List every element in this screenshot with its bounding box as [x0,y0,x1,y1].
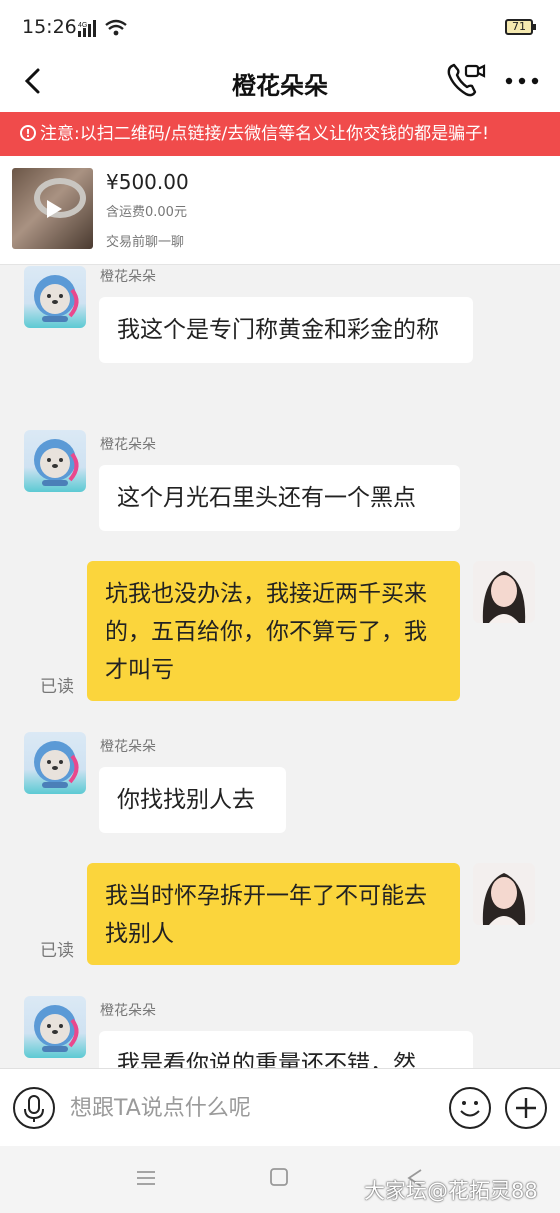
message-input-bar [0,1068,560,1147]
warning-text: 注意:以扫二维码/点链接/去微信等名义让你交钱的都是骗子! [40,124,489,144]
product-card[interactable] [0,156,560,265]
product-video-thumbnail[interactable] [12,168,93,249]
seller-avatar[interactable] [24,732,86,794]
chat-header: 橙花朵朵 [0,54,560,112]
status-bar: 15:26 4G 71 [0,0,560,54]
play-icon[interactable] [40,196,66,222]
product-price: ¥500.00 [106,170,189,194]
signal-wifi-icon: 4G [78,19,127,37]
read-status: 已读 [40,941,74,961]
battery-icon: 71 [505,19,536,35]
home-icon[interactable] [270,1168,288,1186]
seller-avatar[interactable] [24,266,86,328]
emoji-icon[interactable] [448,1086,492,1130]
more-icon[interactable] [504,76,540,86]
my-message-bubble[interactable]: 我当时怀孕拆开一年了不可能去找别人 [87,863,460,965]
video-call-icon[interactable] [444,60,488,100]
svg-text:4G: 4G [78,22,87,29]
seller-avatar[interactable] [24,996,86,1058]
my-avatar[interactable] [473,863,535,925]
message-input[interactable] [68,1085,432,1131]
sender-name: 橙花朵朵 [100,1003,156,1019]
product-note: 交易前聊一聊 [106,235,185,250]
sender-name: 橙花朵朵 [100,269,156,285]
microphone-icon[interactable] [12,1086,56,1130]
product-shipping: 含运费0.00元 [106,205,187,220]
scam-warning-banner: 注意:以扫二维码/点链接/去微信等名义让你交钱的都是骗子! [0,112,560,156]
read-status: 已读 [40,677,74,697]
recents-icon[interactable] [136,1170,156,1186]
message-bubble[interactable]: 你找找别人去 [99,767,286,833]
message-bubble[interactable]: 这个月光石里头还有一个黑点 [99,465,460,531]
watermark: 大家坛@花拓灵88 [364,1179,538,1203]
message-bubble[interactable]: 我这个是专门称黄金和彩金的称 [99,297,473,363]
my-message-bubble[interactable]: 坑我也没办法，我接近两千买来的，五百给你，你不算亏了，我才叫亏 [87,561,460,701]
sender-name: 橙花朵朵 [100,437,156,453]
sender-name: 橙花朵朵 [100,739,156,755]
plus-icon[interactable] [504,1086,548,1130]
warning-icon [20,113,36,155]
my-avatar[interactable] [473,561,535,623]
status-time: 15:26 [22,16,77,38]
seller-avatar[interactable] [24,430,86,492]
